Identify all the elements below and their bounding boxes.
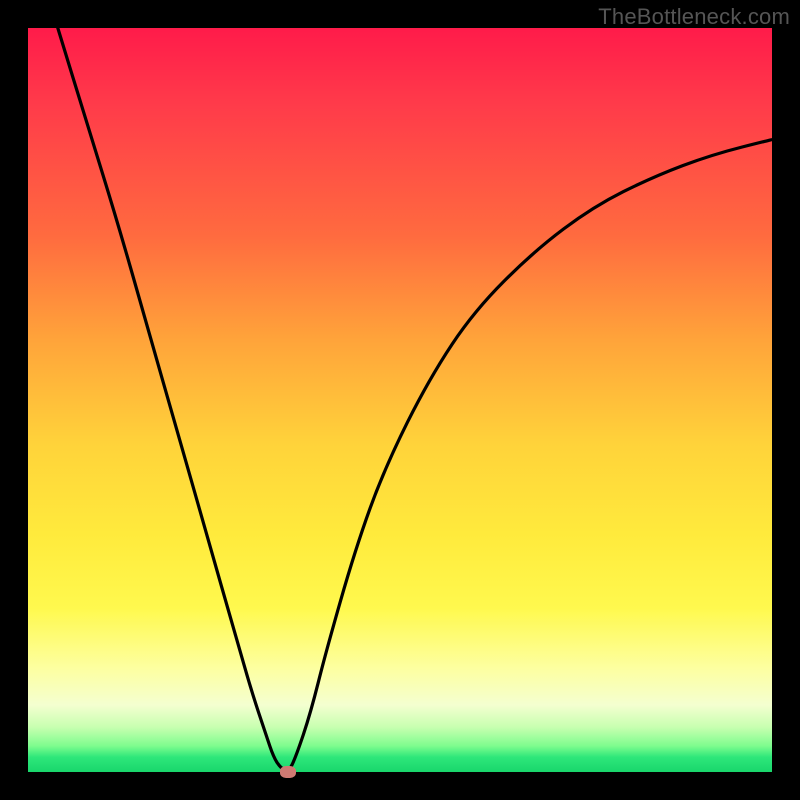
plot-area: [28, 28, 772, 772]
watermark-text: TheBottleneck.com: [598, 4, 790, 30]
chart-frame: TheBottleneck.com: [0, 0, 800, 800]
curve-path: [58, 28, 772, 770]
bottleneck-curve: [28, 28, 772, 772]
optimum-marker: [280, 766, 296, 778]
